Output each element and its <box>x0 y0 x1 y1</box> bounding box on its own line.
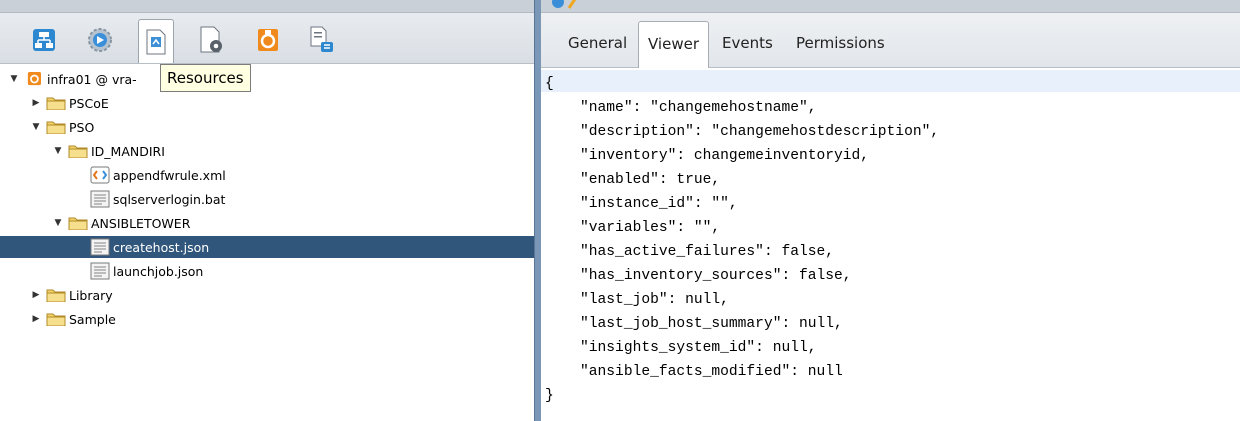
tree-item[interactable]: ▼ PSO <box>0 116 534 138</box>
tree-item[interactable]: ▼ infra01 @ vra- <box>0 68 534 90</box>
configuration-icon[interactable] <box>194 21 230 59</box>
expand-right-icon[interactable]: ▶ <box>30 314 42 324</box>
code-line: "variables": "", <box>545 220 721 236</box>
text-file-icon <box>90 190 113 208</box>
package-icon[interactable] <box>250 21 286 59</box>
code-block: { "name": "changemehostname", "descripti… <box>545 72 939 408</box>
tree-item-label: ID_MANDIRI <box>91 143 165 159</box>
code-line: } <box>545 388 554 404</box>
action-icon[interactable] <box>82 21 118 59</box>
code-line: "enabled": true, <box>545 172 721 188</box>
left-title-strip <box>0 0 534 13</box>
expand-right-icon[interactable]: ▶ <box>30 290 42 300</box>
tree-item-label: PSCoE <box>69 95 109 111</box>
expand-down-icon[interactable]: ▼ <box>52 218 64 228</box>
tree-item[interactable]: createhost.json <box>0 236 534 258</box>
right-title-strip <box>541 0 1240 13</box>
edit-icon[interactable] <box>551 0 581 10</box>
tree-item[interactable]: ▶ Sample <box>0 308 534 330</box>
inventory-pane: ▼ infra01 @ vra- ▶ PSCoE ▼ PSO ▼ ID_MANDIRIappe… <box>0 0 534 421</box>
code-line: "instance_id": "", <box>545 196 738 212</box>
expand-down-icon[interactable]: ▼ <box>52 146 64 156</box>
tree-item-label: launchjob.json <box>113 263 204 279</box>
code-line: "inventory": changemeinventoryid, <box>545 148 870 164</box>
code-line: "name": "changemehostname", <box>545 100 817 116</box>
workflow-icon[interactable] <box>26 21 62 59</box>
code-line: { <box>545 76 554 92</box>
inventory-toolbar <box>0 13 534 64</box>
code-line: "last_job": null, <box>545 292 729 308</box>
server-icon <box>24 72 47 86</box>
xml-file-icon <box>90 166 113 184</box>
tab-viewer[interactable]: Viewer <box>638 21 709 68</box>
tree-item-label: appendfwrule.xml <box>113 167 226 183</box>
folder-icon <box>68 144 91 158</box>
folder-icon <box>46 288 69 302</box>
folder-icon <box>46 120 69 134</box>
tab-general[interactable]: General <box>559 21 636 66</box>
resource-icon[interactable] <box>138 19 174 63</box>
tree-item[interactable]: ▶ PSCoE <box>0 92 534 114</box>
tree-item[interactable]: ▼ ID_MANDIRI <box>0 140 534 162</box>
folder-icon <box>68 216 91 230</box>
tree-item[interactable]: appendfwrule.xml <box>0 164 534 186</box>
text-file-icon <box>90 262 113 280</box>
tree-item[interactable]: ▶ Library <box>0 284 534 306</box>
detail-tabs: General Viewer Events Permissions <box>541 13 1240 68</box>
tab-events[interactable]: Events <box>713 21 782 66</box>
text-file-icon <box>90 238 113 256</box>
code-line: "ansible_facts_modified": null <box>545 364 843 380</box>
code-line: "insights_system_id": null, <box>545 340 817 356</box>
expand-right-icon[interactable]: ▶ <box>30 98 42 108</box>
json-viewer[interactable]: { "name": "changemehostname", "descripti… <box>541 68 1240 421</box>
tree-item-label: infra01 @ vra- <box>47 71 137 87</box>
tree-item-label: Library <box>69 287 113 303</box>
tree-item-label: createhost.json <box>113 239 210 255</box>
tree-item[interactable]: ▼ ANSIBLETOWER <box>0 212 534 234</box>
tree-item[interactable]: sqlserverlogin.bat <box>0 188 534 210</box>
resource-detail-pane: General Viewer Events Permissions { "nam… <box>541 0 1240 421</box>
expand-down-icon[interactable]: ▼ <box>8 74 20 84</box>
tree-item-label: sqlserverlogin.bat <box>113 191 226 207</box>
tree-item-label: PSO <box>69 119 95 135</box>
policy-icon[interactable] <box>304 21 340 59</box>
tab-permissions[interactable]: Permissions <box>787 21 894 66</box>
tree-item-label: ANSIBLETOWER <box>91 215 191 231</box>
tree-item-label: Sample <box>69 311 116 327</box>
folder-icon <box>46 96 69 110</box>
tree-item[interactable]: launchjob.json <box>0 260 534 282</box>
code-line: "has_inventory_sources": false, <box>545 268 852 284</box>
expand-down-icon[interactable]: ▼ <box>30 122 42 132</box>
code-line: "description": "changemehostdescription"… <box>545 124 940 140</box>
folder-icon <box>46 312 69 326</box>
code-line: "has_active_failures": false, <box>545 244 835 260</box>
toolbar-tooltip: Resources <box>160 64 251 92</box>
code-line: "last_job_host_summary": null, <box>545 316 843 332</box>
